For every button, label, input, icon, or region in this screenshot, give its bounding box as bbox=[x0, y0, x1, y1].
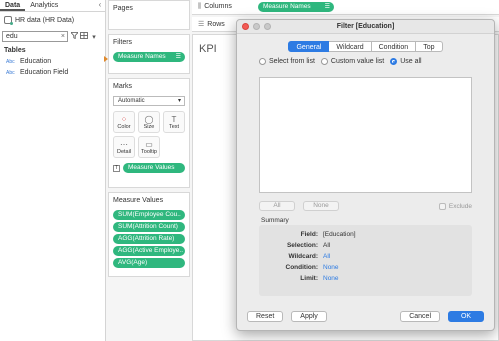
columns-icon: ⫼ bbox=[198, 3, 202, 10]
color-button[interactable]: ⁘ Color bbox=[113, 111, 135, 133]
size-button[interactable]: ◯ Size bbox=[138, 111, 160, 133]
marks-title: Marks bbox=[113, 83, 133, 90]
columns-pill-measure-names[interactable]: Measure Names ☰ bbox=[258, 2, 334, 12]
ok-button[interactable]: OK bbox=[448, 311, 484, 322]
datasource-item[interactable]: HR data (HR Data) bbox=[0, 12, 105, 28]
tab-top[interactable]: Top bbox=[416, 41, 443, 52]
view-grid-icon[interactable] bbox=[80, 32, 88, 41]
field-name: Education Field bbox=[20, 69, 69, 76]
clear-search-icon[interactable]: × bbox=[61, 32, 65, 41]
radio-custom-value-list[interactable]: Custom value list bbox=[320, 58, 384, 65]
data-pane: Data Analytics ‹ HR data (HR Data) edu ×… bbox=[0, 0, 106, 341]
radio-use-all[interactable]: Use all bbox=[390, 58, 422, 65]
exclude-checkbox[interactable] bbox=[438, 202, 446, 210]
marks-pill-measure-values[interactable]: Measure Values bbox=[123, 163, 185, 173]
measure-pill[interactable]: SUM(Employee Cou.. bbox=[113, 210, 185, 220]
columns-label: ⫼ Columns bbox=[198, 3, 232, 10]
measure-pill[interactable]: AGG(Attrition Rate) bbox=[113, 234, 185, 244]
detail-button[interactable]: ⋯ Detail bbox=[113, 136, 135, 158]
summary-row: Condition: None bbox=[285, 264, 339, 271]
columns-shelf[interactable]: ⫼ Columns Measure Names ☰ bbox=[192, 0, 499, 15]
chevron-down-icon: ▾ bbox=[177, 98, 181, 104]
pages-shelf[interactable]: Pages bbox=[108, 0, 190, 30]
condition-link[interactable]: None bbox=[323, 264, 339, 271]
tables-heading: Tables bbox=[4, 47, 26, 54]
color-icon: ⁘ bbox=[120, 114, 128, 124]
limit-link[interactable]: None bbox=[323, 275, 339, 282]
none-button[interactable]: None bbox=[303, 201, 339, 211]
active-filter-indicator-icon bbox=[104, 56, 108, 62]
dialog-tabs: General Wildcard Condition Top bbox=[237, 41, 494, 52]
list-actions: All None Exclude bbox=[259, 201, 472, 211]
sort-icon: ☰ bbox=[175, 54, 181, 60]
datasource-icon bbox=[4, 16, 13, 25]
dialog-titlebar[interactable]: Filter [Education] bbox=[237, 20, 494, 34]
measure-pill[interactable]: AVG(Age) bbox=[113, 258, 185, 268]
collapse-pane-icon[interactable]: ‹ bbox=[95, 0, 105, 11]
search-value: edu bbox=[6, 33, 18, 40]
field-name: Education bbox=[20, 58, 52, 65]
all-button[interactable]: All bbox=[259, 201, 295, 211]
filter-dialog: Filter [Education] General Wildcard Cond… bbox=[236, 19, 495, 331]
tab-analytics[interactable]: Analytics bbox=[25, 0, 63, 11]
selection-mode-radios: Select from list Custom value list Use a… bbox=[237, 52, 494, 65]
measure-values-title: Measure Values bbox=[113, 197, 164, 204]
summary-row: Field: [Education] bbox=[300, 231, 356, 238]
string-type-icon: Abc bbox=[6, 69, 15, 76]
tab-wildcard[interactable]: Wildcard bbox=[329, 41, 372, 52]
measure-values-shelf: Measure Values SUM(Employee Cou.. SUM(At… bbox=[108, 192, 190, 277]
measure-pill[interactable]: AGG(Active Employe.. bbox=[113, 246, 185, 256]
filters-title: Filters bbox=[113, 39, 133, 46]
datasource-name: HR data (HR Data) bbox=[15, 16, 75, 24]
shelves-column: Pages Filters Measure Names ☰ Marks Auto… bbox=[104, 0, 190, 341]
tooltip-icon: ▭ bbox=[145, 139, 153, 149]
exclude-checkbox-row[interactable]: Exclude bbox=[438, 202, 472, 210]
string-type-icon: Abc bbox=[6, 58, 15, 65]
field-item[interactable]: Abc Education bbox=[0, 56, 105, 67]
apply-button[interactable]: Apply bbox=[291, 311, 327, 322]
pages-title: Pages bbox=[113, 5, 133, 12]
marks-measure-values-row: T Measure Values bbox=[109, 161, 189, 175]
size-icon: ◯ bbox=[144, 114, 154, 124]
detail-icon: ⋯ bbox=[120, 139, 128, 149]
radio-button-selected[interactable] bbox=[390, 58, 398, 65]
dialog-title: Filter [Education] bbox=[336, 23, 395, 30]
sort-icon: ☰ bbox=[324, 4, 330, 10]
rows-icon: ☰ bbox=[198, 21, 205, 28]
filters-shelf[interactable]: Filters Measure Names ☰ bbox=[108, 34, 190, 74]
dialog-footer: Reset Apply Cancel OK bbox=[247, 311, 484, 322]
reset-button[interactable]: Reset bbox=[247, 311, 284, 322]
values-list[interactable] bbox=[259, 77, 472, 193]
marks-card: Marks Automatic ▾ ⁘ Color ◯ Size T Text … bbox=[108, 78, 190, 188]
wildcard-link[interactable]: All bbox=[323, 253, 330, 260]
field-item[interactable]: Abc Education Field bbox=[0, 67, 105, 78]
tooltip-button[interactable]: ▭ Tooltip bbox=[138, 136, 160, 158]
field-search-row: edu × ▾ bbox=[0, 30, 105, 43]
sheet-title: KPI bbox=[199, 43, 217, 55]
marks-buttons: ⁘ Color ◯ Size T Text ⋯ Detail ▭ Tooltip bbox=[109, 108, 189, 161]
summary-row: Selection: All bbox=[286, 242, 331, 249]
mark-type-dropdown[interactable]: Automatic ▾ bbox=[113, 96, 185, 106]
summary-row: Limit: None bbox=[300, 275, 339, 282]
radio-button[interactable] bbox=[320, 58, 328, 65]
filter-funnel-icon[interactable] bbox=[69, 32, 79, 41]
radio-select-from-list[interactable]: Select from list bbox=[259, 58, 315, 65]
cancel-button[interactable]: Cancel bbox=[400, 311, 440, 322]
data-pane-tabs: Data Analytics ‹ bbox=[0, 0, 105, 12]
summary-row: Wildcard: All bbox=[288, 253, 331, 260]
measure-pill[interactable]: SUM(Attrition Count) bbox=[113, 222, 185, 232]
text-button[interactable]: T Text bbox=[163, 111, 185, 133]
field-search-input[interactable]: edu × bbox=[2, 31, 68, 42]
tab-general[interactable]: General bbox=[288, 41, 330, 52]
summary-heading: Summary bbox=[261, 217, 289, 224]
tab-condition[interactable]: Condition bbox=[371, 41, 417, 52]
tab-data[interactable]: Data bbox=[0, 0, 26, 11]
radio-button[interactable] bbox=[259, 58, 266, 65]
text-icon: T bbox=[171, 114, 177, 124]
summary-panel: Field: [Education] Selection: All Wildca… bbox=[259, 225, 472, 296]
text-encoding-icon: T bbox=[113, 164, 120, 172]
filter-pill-measure-names[interactable]: Measure Names ☰ bbox=[113, 52, 185, 62]
chevron-down-icon[interactable]: ▾ bbox=[90, 33, 98, 41]
